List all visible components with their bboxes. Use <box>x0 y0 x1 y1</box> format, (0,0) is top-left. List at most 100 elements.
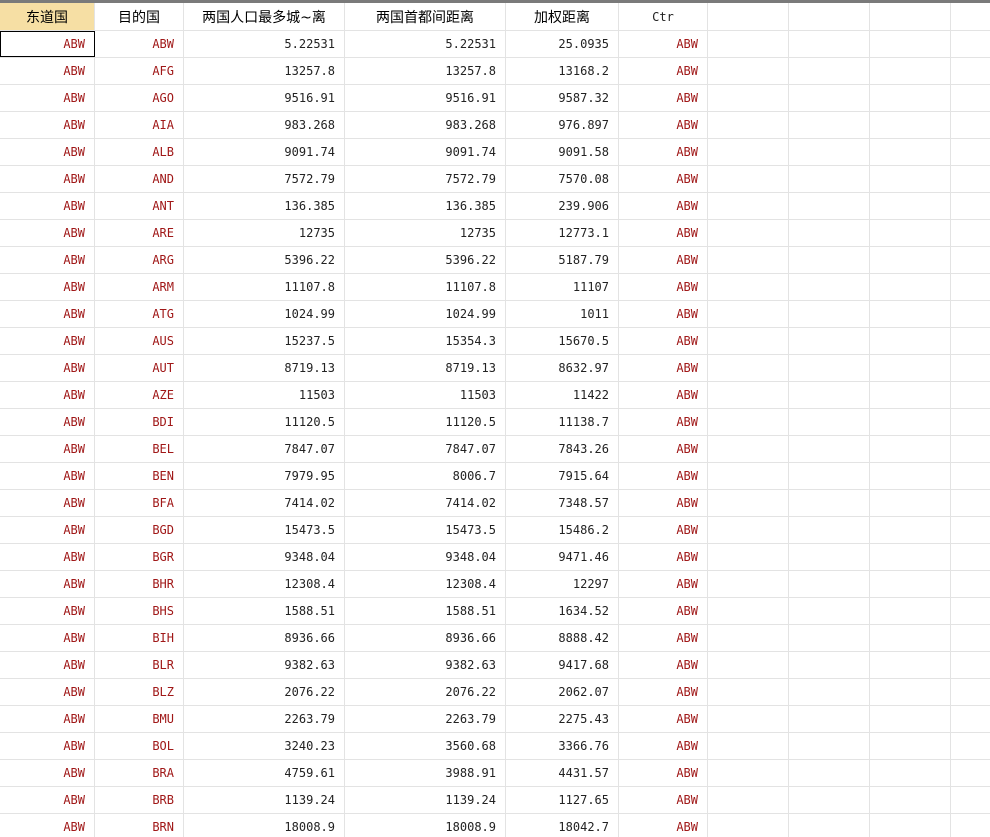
ctr-cell[interactable]: ABW <box>619 85 708 111</box>
ctr-cell[interactable]: ABW <box>619 31 708 57</box>
capital-distance-cell[interactable]: 8719.13 <box>345 355 506 381</box>
host-country-cell[interactable]: ABW <box>0 436 95 462</box>
city-distance-cell[interactable]: 9516.91 <box>184 85 345 111</box>
capital-distance-cell[interactable]: 11503 <box>345 382 506 408</box>
host-country-cell[interactable]: ABW <box>0 274 95 300</box>
destination-country-cell[interactable]: BRN <box>95 814 184 837</box>
weighted-distance-cell[interactable]: 1127.65 <box>506 787 619 813</box>
host-country-cell[interactable]: ABW <box>0 328 95 354</box>
destination-country-cell[interactable]: BFA <box>95 490 184 516</box>
ctr-cell[interactable]: ABW <box>619 301 708 327</box>
capital-distance-cell[interactable]: 2076.22 <box>345 679 506 705</box>
weighted-distance-cell[interactable]: 9471.46 <box>506 544 619 570</box>
column-header-weighted-distance[interactable]: 加权距离 <box>506 3 619 30</box>
capital-distance-cell[interactable]: 8006.7 <box>345 463 506 489</box>
city-distance-cell[interactable]: 7847.07 <box>184 436 345 462</box>
city-distance-cell[interactable]: 1139.24 <box>184 787 345 813</box>
host-country-cell[interactable]: ABW <box>0 679 95 705</box>
ctr-cell[interactable]: ABW <box>619 814 708 837</box>
city-distance-cell[interactable]: 136.385 <box>184 193 345 219</box>
host-country-cell[interactable]: ABW <box>0 625 95 651</box>
city-distance-cell[interactable]: 7572.79 <box>184 166 345 192</box>
ctr-cell[interactable]: ABW <box>619 598 708 624</box>
destination-country-cell[interactable]: BRA <box>95 760 184 786</box>
capital-distance-cell[interactable]: 7414.02 <box>345 490 506 516</box>
destination-country-cell[interactable]: ANT <box>95 193 184 219</box>
column-header-capital-distance[interactable]: 两国首都间距离 <box>345 3 506 30</box>
weighted-distance-cell[interactable]: 8888.42 <box>506 625 619 651</box>
host-country-cell[interactable]: ABW <box>0 139 95 165</box>
ctr-cell[interactable]: ABW <box>619 652 708 678</box>
ctr-cell[interactable]: ABW <box>619 517 708 543</box>
host-country-cell[interactable]: ABW <box>0 58 95 84</box>
host-country-cell[interactable]: ABW <box>0 652 95 678</box>
weighted-distance-cell[interactable]: 15670.5 <box>506 328 619 354</box>
city-distance-cell[interactable]: 13257.8 <box>184 58 345 84</box>
weighted-distance-cell[interactable]: 5187.79 <box>506 247 619 273</box>
city-distance-cell[interactable]: 12308.4 <box>184 571 345 597</box>
host-country-cell[interactable]: ABW <box>0 220 95 246</box>
city-distance-cell[interactable]: 18008.9 <box>184 814 345 837</box>
weighted-distance-cell[interactable]: 11422 <box>506 382 619 408</box>
destination-country-cell[interactable]: AUS <box>95 328 184 354</box>
weighted-distance-cell[interactable]: 4431.57 <box>506 760 619 786</box>
city-distance-cell[interactable]: 5396.22 <box>184 247 345 273</box>
ctr-cell[interactable]: ABW <box>619 706 708 732</box>
ctr-cell[interactable]: ABW <box>619 544 708 570</box>
host-country-cell[interactable]: ABW <box>0 382 95 408</box>
destination-country-cell[interactable]: BHS <box>95 598 184 624</box>
city-distance-cell[interactable]: 2076.22 <box>184 679 345 705</box>
city-distance-cell[interactable]: 15473.5 <box>184 517 345 543</box>
city-distance-cell[interactable]: 1024.99 <box>184 301 345 327</box>
ctr-cell[interactable]: ABW <box>619 409 708 435</box>
column-header-destination-country[interactable]: 目的国 <box>95 3 184 30</box>
destination-country-cell[interactable]: BEL <box>95 436 184 462</box>
host-country-cell[interactable]: ABW <box>0 571 95 597</box>
capital-distance-cell[interactable]: 12735 <box>345 220 506 246</box>
destination-country-cell[interactable]: ABW <box>95 31 184 57</box>
host-country-cell[interactable]: ABW <box>0 787 95 813</box>
ctr-cell[interactable]: ABW <box>619 193 708 219</box>
ctr-cell[interactable]: ABW <box>619 355 708 381</box>
capital-distance-cell[interactable]: 12308.4 <box>345 571 506 597</box>
capital-distance-cell[interactable]: 5.22531 <box>345 31 506 57</box>
host-country-cell[interactable]: ABW <box>0 409 95 435</box>
ctr-cell[interactable]: ABW <box>619 571 708 597</box>
weighted-distance-cell[interactable]: 18042.7 <box>506 814 619 837</box>
capital-distance-cell[interactable]: 15354.3 <box>345 328 506 354</box>
city-distance-cell[interactable]: 3240.23 <box>184 733 345 759</box>
weighted-distance-cell[interactable]: 15486.2 <box>506 517 619 543</box>
weighted-distance-cell[interactable]: 11107 <box>506 274 619 300</box>
city-distance-cell[interactable]: 2263.79 <box>184 706 345 732</box>
capital-distance-cell[interactable]: 9382.63 <box>345 652 506 678</box>
capital-distance-cell[interactable]: 136.385 <box>345 193 506 219</box>
column-header-most-populous-city-distance[interactable]: 两国人口最多城~离 <box>184 3 345 30</box>
city-distance-cell[interactable]: 9091.74 <box>184 139 345 165</box>
capital-distance-cell[interactable]: 1024.99 <box>345 301 506 327</box>
ctr-cell[interactable]: ABW <box>619 139 708 165</box>
destination-country-cell[interactable]: AND <box>95 166 184 192</box>
weighted-distance-cell[interactable]: 3366.76 <box>506 733 619 759</box>
destination-country-cell[interactable]: ALB <box>95 139 184 165</box>
city-distance-cell[interactable]: 5.22531 <box>184 31 345 57</box>
host-country-cell[interactable]: ABW <box>0 355 95 381</box>
capital-distance-cell[interactable]: 7847.07 <box>345 436 506 462</box>
ctr-cell[interactable]: ABW <box>619 112 708 138</box>
host-country-cell[interactable]: ABW <box>0 247 95 273</box>
capital-distance-cell[interactable]: 9348.04 <box>345 544 506 570</box>
host-country-cell[interactable]: ABW <box>0 733 95 759</box>
ctr-cell[interactable]: ABW <box>619 274 708 300</box>
destination-country-cell[interactable]: ATG <box>95 301 184 327</box>
destination-country-cell[interactable]: AGO <box>95 85 184 111</box>
weighted-distance-cell[interactable]: 12297 <box>506 571 619 597</box>
ctr-cell[interactable]: ABW <box>619 166 708 192</box>
weighted-distance-cell[interactable]: 9587.32 <box>506 85 619 111</box>
weighted-distance-cell[interactable]: 976.897 <box>506 112 619 138</box>
city-distance-cell[interactable]: 12735 <box>184 220 345 246</box>
host-country-cell[interactable]: ABW <box>0 490 95 516</box>
capital-distance-cell[interactable]: 8936.66 <box>345 625 506 651</box>
ctr-cell[interactable]: ABW <box>619 382 708 408</box>
weighted-distance-cell[interactable]: 9091.58 <box>506 139 619 165</box>
host-country-cell[interactable]: ABW <box>0 301 95 327</box>
destination-country-cell[interactable]: ARE <box>95 220 184 246</box>
